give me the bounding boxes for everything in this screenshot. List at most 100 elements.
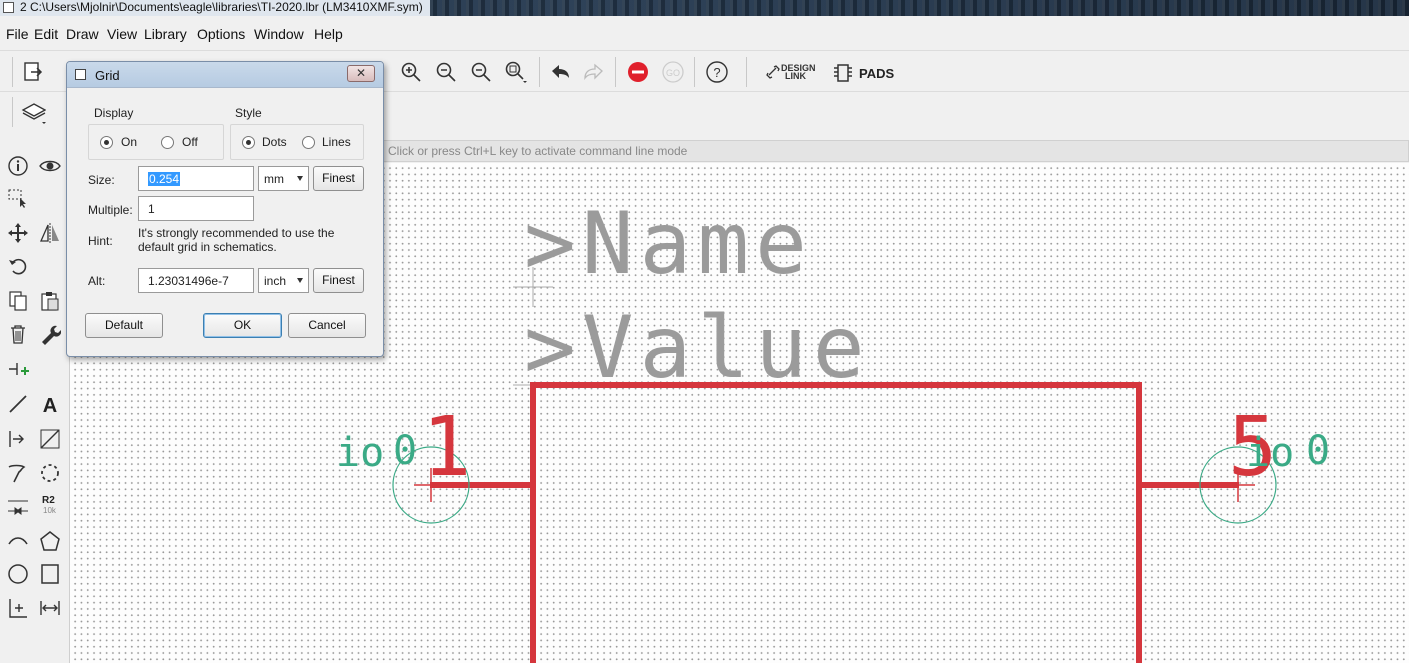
menu-help[interactable]: Help [314,26,343,42]
style-dots-radio[interactable] [242,136,255,149]
alt-finest-button[interactable]: Finest [313,268,364,293]
menu-window[interactable]: Window [254,26,304,42]
r2-value: 10k [43,506,56,515]
rectangle-icon[interactable] [37,561,63,587]
copy-icon[interactable] [5,288,31,314]
menu-bar: File Edit Draw View Library Options Wind… [0,22,1409,48]
zoom-out-icon[interactable] [433,59,459,85]
circle-icon[interactable] [5,561,31,587]
go-icon[interactable]: GO [660,59,686,85]
menu-draw[interactable]: Draw [66,26,99,42]
dialog-icon [75,69,86,80]
pin-left-number: 1 [422,400,472,495]
display-off-label: Off [182,135,198,149]
style-lines-label: Lines [322,135,351,149]
zoom-select-icon[interactable] [503,59,529,85]
add-pin-icon[interactable] [5,356,31,382]
rotate-icon[interactable] [5,253,31,279]
text-icon[interactable]: A [37,391,63,417]
display-label: Display [94,106,134,120]
menu-library[interactable]: Library [144,26,187,42]
multiple-label: Multiple: [88,203,133,217]
hint-label: Hint: [88,234,113,248]
wrench-icon[interactable] [37,321,63,347]
help-icon[interactable]: ? [704,59,730,85]
mark-icon[interactable] [5,595,31,621]
pin-icon[interactable] [5,426,31,452]
style-label: Style [235,106,262,120]
multiple-input[interactable]: 1 [138,196,254,221]
wire-draw-icon[interactable] [37,426,63,452]
paste-icon[interactable] [37,288,63,314]
info-icon[interactable] [5,153,31,179]
zoom-fit-icon[interactable] [468,59,494,85]
zoom-in-icon[interactable] [398,59,424,85]
size-input[interactable]: 0.254 [138,166,254,191]
circle-dots-icon[interactable] [37,460,63,486]
design-link-label-2: LINK [785,71,806,81]
symbol-outline [530,382,1142,663]
mirror-icon[interactable] [37,220,63,246]
menu-view[interactable]: View [107,26,137,42]
arc-icon[interactable] [5,528,31,554]
attribute-icon[interactable] [5,460,31,486]
display-group: On Off [88,124,224,160]
delete-icon[interactable] [5,321,31,347]
dialog-titlebar[interactable]: Grid ✕ [67,62,383,88]
r2-label: R2 [42,495,55,506]
undo-icon[interactable] [547,59,573,85]
size-finest-button[interactable]: Finest [313,166,364,191]
dialog-title: Grid [95,68,120,83]
menu-options[interactable]: Options [197,26,245,42]
close-button[interactable]: ✕ [347,65,375,82]
alt-unit-select[interactable]: inch [258,268,309,293]
pin-right-name: io [1246,430,1295,476]
cancel-button[interactable]: Cancel [288,313,366,338]
alt-input[interactable]: 1.23031496e-7 [138,268,254,293]
move-icon[interactable] [5,220,31,246]
default-button[interactable]: Default [85,313,163,338]
link-icon [766,65,780,79]
pin-left-name: io [336,430,385,476]
name-value-icon[interactable]: R2 10k [37,493,63,519]
svg-text:GO: GO [666,68,680,78]
style-group: Dots Lines [230,124,364,160]
ok-button[interactable]: OK [203,313,282,338]
size-value: 0.254 [148,172,181,186]
command-line-input[interactable]: Click or press Ctrl+L key to activate co… [383,140,1409,162]
alt-label: Alt: [88,274,106,288]
style-lines-radio[interactable] [302,136,315,149]
window-title: 2 C:\Users\Mjolnir\Documents\eagle\libra… [20,0,423,14]
redo-icon[interactable] [581,59,607,85]
layers-icon[interactable] [20,99,46,125]
pin-right-zero: 0 [1306,428,1331,474]
pin-left-zero: 0 [393,428,418,474]
svg-text:?: ? [713,65,720,80]
title-bar: 2 C:\Users\Mjolnir\Documents\eagle\libra… [0,0,1409,16]
menu-edit[interactable]: Edit [34,26,58,42]
show-icon[interactable] [37,153,63,179]
stop-icon[interactable] [625,59,651,85]
app-icon [3,2,14,13]
size-unit-select[interactable]: mm [258,166,309,191]
pads-button[interactable]: PADS [833,62,903,84]
pads-label: PADS [859,66,895,81]
dimension-icon[interactable] [37,595,63,621]
hint-text-2: default grid in schematics. [138,240,277,254]
display-on-radio[interactable] [100,136,113,149]
chevron-down-icon [297,278,303,283]
command-line-placeholder: Click or press Ctrl+L key to activate co… [388,144,688,158]
open-icon[interactable] [20,59,46,85]
menu-file[interactable]: File [6,26,29,42]
tool-palette: A R2 10k [0,148,70,663]
line-icon[interactable] [5,391,31,417]
polygon-icon[interactable] [37,528,63,554]
style-dots-label: Dots [262,135,287,149]
display-off-radio[interactable] [161,136,174,149]
close-icon: ✕ [355,66,367,80]
alt-unit-value: inch [264,274,287,288]
design-link-button[interactable]: DESIGN LINK [766,64,826,84]
name-placeholder: >Name [524,194,813,294]
swap-icon[interactable] [5,493,31,519]
group-select-icon[interactable] [5,185,31,211]
